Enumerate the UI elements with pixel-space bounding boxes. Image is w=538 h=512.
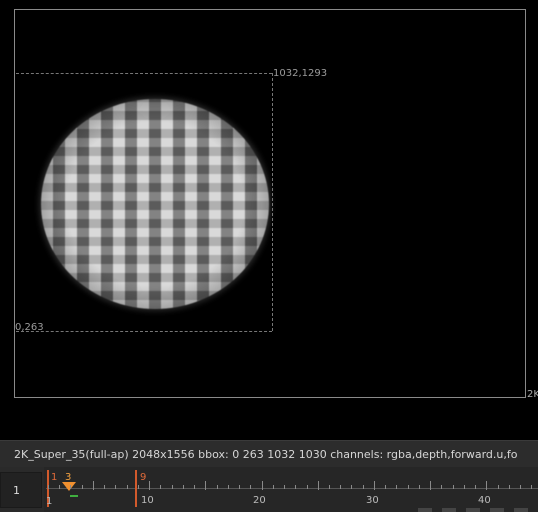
ruler-tick (520, 485, 521, 489)
current-frame-value: 1 (13, 484, 20, 497)
ruler-tick (59, 485, 60, 489)
ruler-tick (374, 481, 375, 490)
frame-ruler[interactable]: 1 9 3 1 10 20 30 40 (44, 467, 538, 512)
ruler-tick (408, 485, 409, 489)
ruler-start-label: 1 (46, 496, 53, 507)
timeline-mini-button[interactable] (442, 508, 456, 512)
ruler-tick (284, 485, 285, 489)
bbox-bottom-edge (16, 331, 272, 332)
ruler-tick (82, 485, 83, 489)
ruler-tick (239, 485, 240, 489)
ruler-tick (273, 485, 274, 489)
ruler-tick (441, 485, 442, 489)
ruler-tick (183, 485, 184, 489)
format-info-text: 2K_Super_35(full-ap) 2048x1556 bbox: 0 2… (14, 448, 518, 461)
timeline[interactable]: 1 1 9 3 1 10 20 30 40 (0, 467, 538, 512)
timeline-mini-button[interactable] (466, 508, 480, 512)
ruler-tick (104, 485, 105, 489)
ruler-tick (138, 485, 139, 489)
keyframe-marker (70, 495, 78, 497)
format-corner-label: 2K (527, 389, 538, 400)
ruler-tick (48, 485, 49, 489)
ruler-tick (396, 485, 397, 489)
bbox-top-right-label: 1032,1293 (273, 68, 328, 79)
ruler-tick (205, 481, 206, 490)
ruler-tick (385, 485, 386, 489)
ruler-tick (93, 481, 94, 490)
out-point-label: 9 (140, 472, 147, 483)
ruler-tick (453, 485, 454, 489)
ruler-number: 30 (366, 495, 379, 506)
bbox-bottom-left-label: 0,263 (15, 322, 44, 333)
out-point-marker[interactable] (135, 470, 137, 507)
ruler-tick (419, 485, 420, 489)
ruler-tick (531, 485, 532, 489)
ruler-tick (363, 485, 364, 489)
current-frame-handle-icon[interactable] (62, 482, 76, 491)
ruler-tick (318, 481, 319, 490)
ruler-tick (172, 485, 173, 489)
ruler-tick (498, 485, 499, 489)
ruler-tick (486, 481, 487, 490)
timeline-mini-button[interactable] (490, 508, 504, 512)
ruler-tick (340, 485, 341, 489)
ruler-tick (149, 481, 150, 490)
bbox-right-edge (272, 73, 273, 331)
ruler-tick (509, 485, 510, 489)
ruler-tick (70, 485, 71, 489)
ruler-tick (194, 485, 195, 489)
ruler-tick (430, 481, 431, 490)
info-bar: 2K_Super_35(full-ap) 2048x1556 bbox: 0 2… (0, 440, 538, 467)
ruler-tick (464, 485, 465, 489)
ruler-number: 10 (141, 495, 154, 506)
ruler-tick (351, 485, 352, 489)
ruler-tick (329, 485, 330, 489)
in-point-label: 1 (51, 472, 58, 483)
ruler-tick (217, 485, 218, 489)
ruler-number: 20 (253, 495, 266, 506)
ruler-tick (127, 485, 128, 489)
ruler-tick (262, 481, 263, 490)
ruler-tick (160, 485, 161, 489)
ruler-tick (475, 485, 476, 489)
bbox-top-edge (16, 73, 272, 74)
ruler-tick (295, 485, 296, 489)
ruler-tick (307, 485, 308, 489)
ruler-number: 40 (478, 495, 491, 506)
timeline-mini-button[interactable] (514, 508, 528, 512)
ruler-tick (115, 485, 116, 489)
current-frame-field[interactable]: 1 (0, 472, 42, 508)
ruler-tick (228, 485, 229, 489)
ruler-tick (250, 485, 251, 489)
viewer-canvas[interactable]: 2K 1032,1293 0,263 (0, 0, 538, 440)
checkerboard-sphere-image (41, 99, 269, 309)
timeline-mini-button[interactable] (418, 508, 432, 512)
